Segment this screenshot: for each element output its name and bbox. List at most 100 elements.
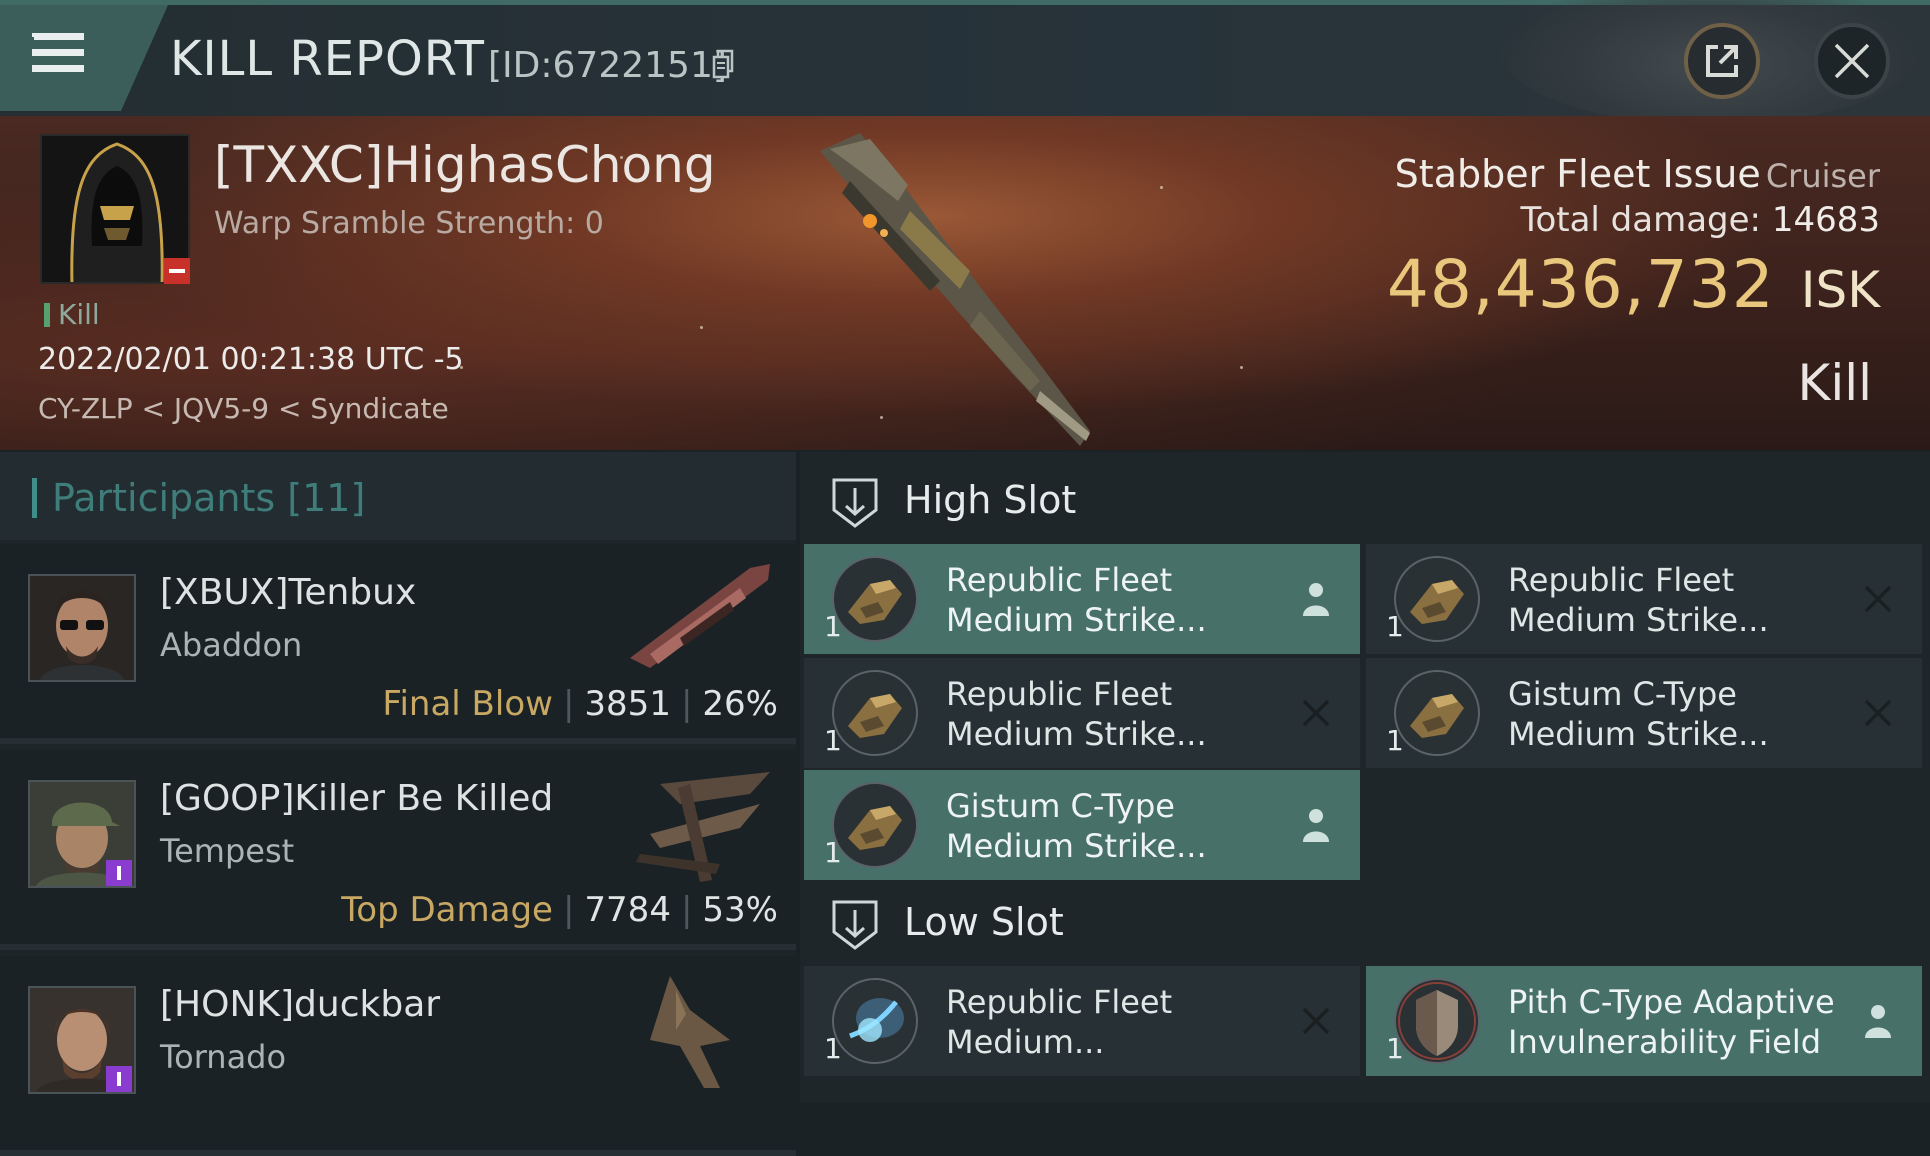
participant-percent: 26% [702,684,778,724]
module-name-line2: Invulnerability Field [1508,1023,1822,1061]
total-damage-value: 14683 [1771,200,1880,240]
participants-panel: Participants [11] [XBUX]Tenbux Abaddon F… [0,452,796,1156]
destroyed-x-icon [1864,585,1892,613]
participant-damage: 7784 [584,890,671,930]
hamburger-icon-notch [24,37,34,47]
participant-stats: Top Damage | 7784 | 53% [341,890,778,930]
low-slot-icon [832,900,878,950]
module-item[interactable]: 1 Republic Fleet Medium Strike... [1366,544,1922,654]
dropped-person-icon [1865,1005,1891,1038]
module-item[interactable]: 1 Republic Fleet Medium... [804,966,1360,1076]
module-item[interactable]: 1 Gistum C-Type Medium Strike... [1366,658,1922,768]
module-quantity: 1 [824,836,842,869]
participants-title: Participants [11] [52,476,366,520]
module-name-line2: Medium Strike... [946,715,1207,753]
fitting-panel: High Slot 1 Republic Fleet Medium Strike… [800,452,1930,1102]
destroyed-x-icon [1864,699,1892,727]
dropped-person-icon [1303,809,1329,842]
report-id: [ID:6722151] [488,45,727,86]
module-name-line2: Medium... [946,1023,1105,1061]
kill-label: Kill [44,298,100,331]
damage-mod-icon [832,978,918,1064]
low-slot-header[interactable]: Low Slot [800,880,1930,964]
module-name-line1: Pith C-Type Adaptive [1508,983,1835,1021]
kill-location[interactable]: CY-ZLP < JQV5-9 < Syndicate [38,392,449,425]
stat-divider: | [680,684,693,724]
missile-launcher-icon [1394,556,1480,642]
participant-ship-image [636,772,770,882]
share-button[interactable] [1684,23,1760,99]
module-quantity: 1 [824,724,842,757]
participant-row[interactable]: [HONK]duckbar Tornado [0,956,796,1156]
participant-stats: Final Blow | 3851 | 26% [382,684,778,724]
stat-divider: | [562,890,575,930]
stat-divider: | [680,890,693,930]
module-name-line2: Medium Strike... [946,601,1207,639]
participant-ship-image [630,564,770,668]
corp-badge-icon [106,1066,132,1092]
module-quantity: 1 [824,1032,842,1065]
participants-header[interactable]: Participants [11] [0,452,796,540]
participant-ship: Tempest [160,832,295,870]
missile-launcher-icon [832,782,918,868]
participant-ship-image [650,976,730,1088]
module-name: Gistum C-Type Medium Strike... [1508,674,1769,754]
module-name-line1: Gistum C-Type [946,787,1175,825]
participant-name: [GOOP]Killer Be Killed [160,778,554,819]
hamburger-icon [32,33,84,40]
missile-launcher-icon [1394,670,1480,756]
ship-name: Stabber Fleet Issue [1394,152,1761,196]
module-name-line2: Medium Strike... [1508,715,1769,753]
copy-icon[interactable] [712,49,734,79]
victim-ship-image[interactable] [790,121,1130,450]
participant-percent: 53% [702,890,778,930]
module-quantity: 1 [1386,724,1404,757]
hamburger-icon-bar [32,49,84,56]
module-name: Republic Fleet Medium Strike... [946,674,1207,754]
victim-name[interactable]: [TXXC]HighasChong [214,136,716,194]
isk-value: 48,436,732 ISK [1387,246,1880,323]
module-name: Republic Fleet Medium... [946,982,1172,1062]
isk-currency: ISK [1800,261,1880,319]
total-damage-label: Total damage: [1520,200,1762,240]
module-name-line1: Republic Fleet [1508,561,1735,599]
module-item[interactable]: 1 Republic Fleet Medium Strike... [804,544,1360,654]
share-icon [1706,45,1738,77]
close-button[interactable] [1814,23,1890,99]
top-damage-tag: Top Damage [341,890,553,930]
high-slot-header[interactable]: High Slot [800,458,1930,542]
participant-avatar[interactable] [28,574,136,682]
participant-row[interactable]: [GOOP]Killer Be Killed Tempest Top Damag… [0,750,796,950]
destroyed-x-icon [1302,699,1330,727]
module-quantity: 1 [824,610,842,643]
menu-button[interactable] [0,5,168,111]
module-name: Republic Fleet Medium Strike... [946,560,1207,640]
hamburger-icon-bar [32,65,84,72]
total-damage: Total damage: 14683 [1520,200,1880,240]
module-name-line1: Republic Fleet [946,675,1173,713]
module-item[interactable]: 1 Gistum C-Type Medium Strike... [804,770,1360,880]
page-title: KILL REPORT [170,31,485,87]
victim-ship[interactable]: Stabber Fleet Issue Cruiser [1395,152,1880,196]
module-item[interactable]: 1 Republic Fleet Medium Strike... [804,658,1360,768]
close-icon [1834,43,1870,79]
participant-name: [HONK]duckbar [160,984,441,1025]
kill-result: Kill [1797,354,1872,412]
dropped-person-icon [1303,583,1329,616]
module-quantity: 1 [1386,1032,1404,1065]
kill-timestamp: 2022/02/01 00:21:38 UTC -5 [38,342,464,377]
participant-ship: Abaddon [160,626,303,664]
participant-name: [XBUX]Tenbux [160,572,417,613]
star [1160,186,1163,189]
low-slot-title: Low Slot [904,900,1064,944]
module-quantity: 1 [1386,610,1404,643]
star [700,326,703,329]
isk-amount: 48,436,732 [1386,246,1775,323]
participant-ship: Tornado [160,1038,287,1076]
ship-class: Cruiser [1765,157,1880,195]
title-bar: KILL REPORT [ID:6722151] [0,0,1930,125]
participant-row[interactable]: [XBUX]Tenbux Abaddon Final Blow | 3851 | 26% [0,544,796,744]
module-name-line1: Republic Fleet [946,983,1173,1021]
module-item[interactable]: 1 Pith C-Type Adaptive Invulnerability F… [1366,966,1922,1076]
module-name: Pith C-Type Adaptive Invulnerability Fie… [1508,982,1835,1062]
